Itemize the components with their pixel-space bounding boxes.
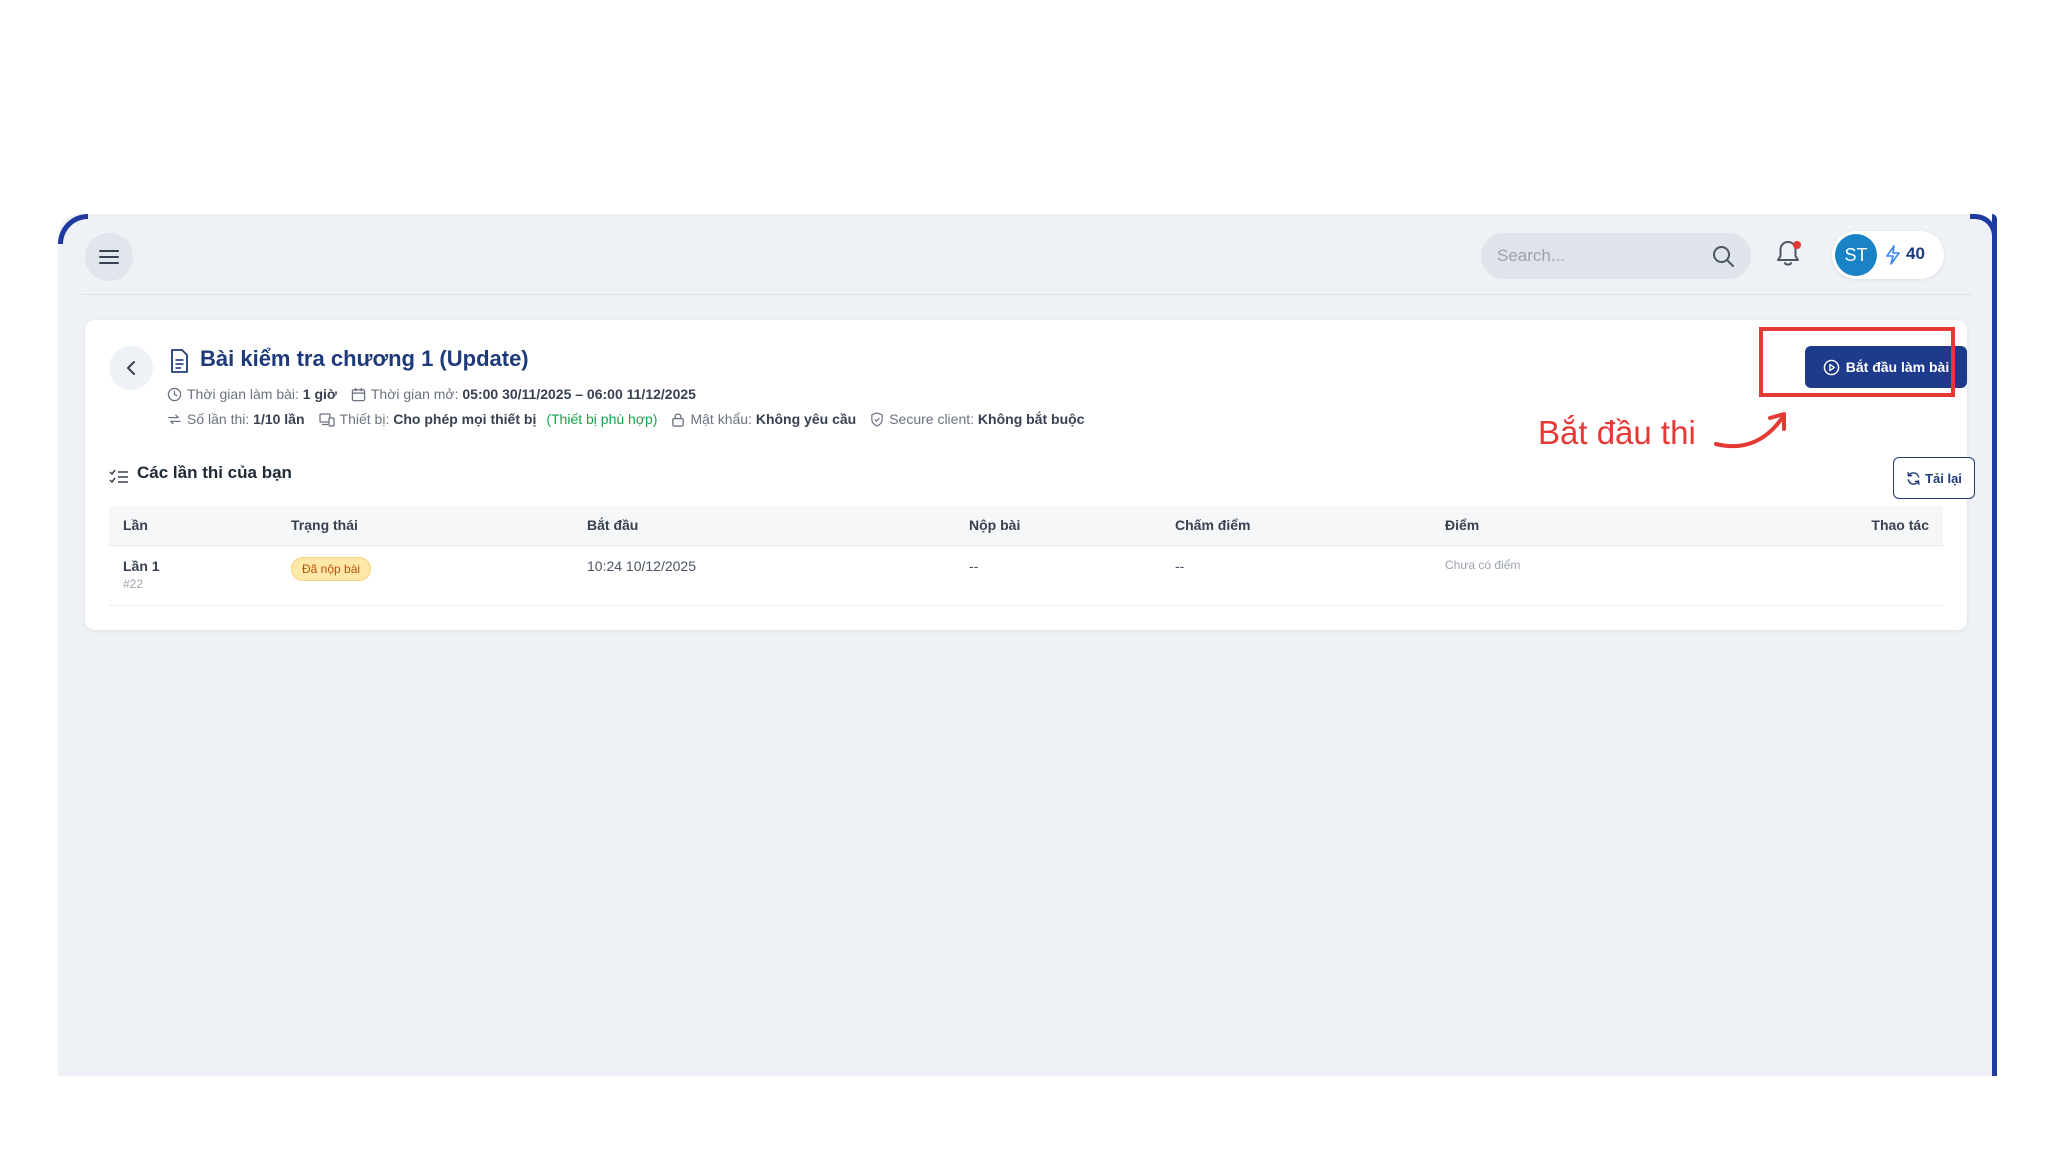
- attempts-label: Số lần thi:: [187, 411, 250, 427]
- menu-button[interactable]: [85, 233, 133, 281]
- page-title: Bài kiểm tra chương 1 (Update): [200, 346, 529, 371]
- shield-icon: [871, 411, 883, 427]
- exam-meta-row-2: Số lần thi: 1/10 lần Thiết bị: Cho phép …: [167, 411, 1098, 427]
- points-count: 40: [1906, 244, 1925, 263]
- duration-label: Thời gian làm bài:: [187, 386, 299, 402]
- annotation-arrow-icon: [1714, 412, 1786, 449]
- play-circle-icon: [1823, 359, 1840, 375]
- start-exam-button[interactable]: Bắt đầu làm bài: [1805, 346, 1967, 388]
- devices-icon: [318, 412, 335, 427]
- chevron-left-icon: [127, 361, 135, 375]
- avatar[interactable]: ST: [1835, 234, 1877, 276]
- table-header: Lần Trạng thái Bắt đầu Nộp bài Chấm điểm…: [109, 506, 1943, 546]
- column-header-submitted: Nộp bài: [969, 517, 1021, 533]
- notification-dot: [1793, 241, 1801, 249]
- app-window: ST 40 Bài kiểm tra chương 1 (Update) Thờ…: [58, 214, 1996, 1076]
- hamburger-icon: [99, 250, 119, 264]
- device-info: Thiết bị: Cho phép mọi thiết bị (Thiết b…: [318, 411, 658, 427]
- column-header-actions: Thao tác: [1871, 517, 1929, 533]
- document-icon: [171, 349, 188, 373]
- open-time-value: 05:00 30/11/2025 – 06:00 11/12/2025: [462, 386, 696, 402]
- reload-button[interactable]: Tải lại: [1893, 457, 1975, 499]
- duration-info: Thời gian làm bài: 1 giờ: [167, 386, 337, 402]
- notification-button[interactable]: [1774, 238, 1806, 272]
- refresh-icon: [1907, 471, 1920, 485]
- user-menu[interactable]: ST 40: [1832, 231, 1944, 279]
- attempts-table: Lần Trạng thái Bắt đầu Nộp bài Chấm điểm…: [109, 506, 1943, 606]
- column-header-status: Trạng thái: [291, 517, 358, 533]
- graded-time: --: [1175, 558, 1185, 574]
- topbar-divider: [82, 294, 1972, 295]
- attempt-id: #22: [123, 577, 144, 591]
- started-time: 10:24 10/12/2025: [587, 558, 696, 574]
- lock-icon: [672, 412, 685, 427]
- search-icon[interactable]: [1711, 244, 1735, 268]
- password-label: Mật khẩu:: [690, 411, 752, 427]
- column-header-graded: Chấm điểm: [1175, 517, 1251, 533]
- exam-card: Bài kiểm tra chương 1 (Update) Thời gian…: [85, 320, 1975, 630]
- checklist-icon: [109, 469, 128, 484]
- column-header-score: Điểm: [1445, 517, 1480, 533]
- attempts-info: Số lần thi: 1/10 lần: [167, 411, 305, 427]
- repeat-icon: [168, 414, 181, 424]
- duration-value: 1 giờ: [302, 386, 337, 402]
- device-value: Cho phép mọi thiết bị: [393, 411, 537, 427]
- open-time-info: Thời gian mở: 05:00 30/11/2025 – 06:00 1…: [351, 386, 696, 402]
- secure-client-label: Secure client:: [889, 411, 975, 427]
- search-box: [1481, 233, 1751, 279]
- reload-label: Tải lại: [1925, 470, 1962, 486]
- device-label: Thiết bị:: [339, 411, 390, 427]
- attempt-number: Lần 1: [123, 558, 160, 574]
- password-info: Mật khẩu: Không yêu cầu: [671, 411, 856, 427]
- annotation-label: Bắt đầu thi: [1538, 414, 1696, 451]
- open-time-label: Thời gian mở:: [370, 386, 459, 402]
- status-badge: Đã nộp bài: [291, 557, 372, 581]
- clock-icon: [167, 387, 182, 401]
- secure-client-value: Không bắt buộc: [977, 411, 1085, 427]
- search-input[interactable]: [1497, 233, 1707, 279]
- column-header-attempt: Lần: [123, 517, 148, 533]
- top-bar: ST 40: [58, 214, 1996, 294]
- attempts-value: 1/10 lần: [253, 411, 305, 427]
- lightning-icon: [1886, 245, 1900, 265]
- calendar-icon: [351, 387, 366, 401]
- table-row: Lần 1 #22 Đã nộp bài 10:24 10/12/2025 --…: [109, 546, 1943, 606]
- exam-meta-row-1: Thời gian làm bài: 1 giờ Thời gian mở: 0…: [167, 386, 710, 402]
- attempts-section-title: Các lần thi của bạn: [137, 463, 292, 482]
- secure-client-info: Secure client: Không bắt buộc: [870, 411, 1084, 427]
- back-button[interactable]: [109, 346, 153, 390]
- column-header-started: Bắt đầu: [587, 517, 639, 533]
- submitted-time: --: [969, 558, 979, 574]
- password-value: Không yêu cầu: [755, 411, 857, 427]
- device-status: (Thiết bị phù hợp): [546, 411, 658, 427]
- start-exam-label: Bắt đầu làm bài: [1845, 359, 1950, 375]
- score-value: Chưa có điểm: [1445, 558, 1521, 572]
- window-border-right: [1992, 214, 1997, 1076]
